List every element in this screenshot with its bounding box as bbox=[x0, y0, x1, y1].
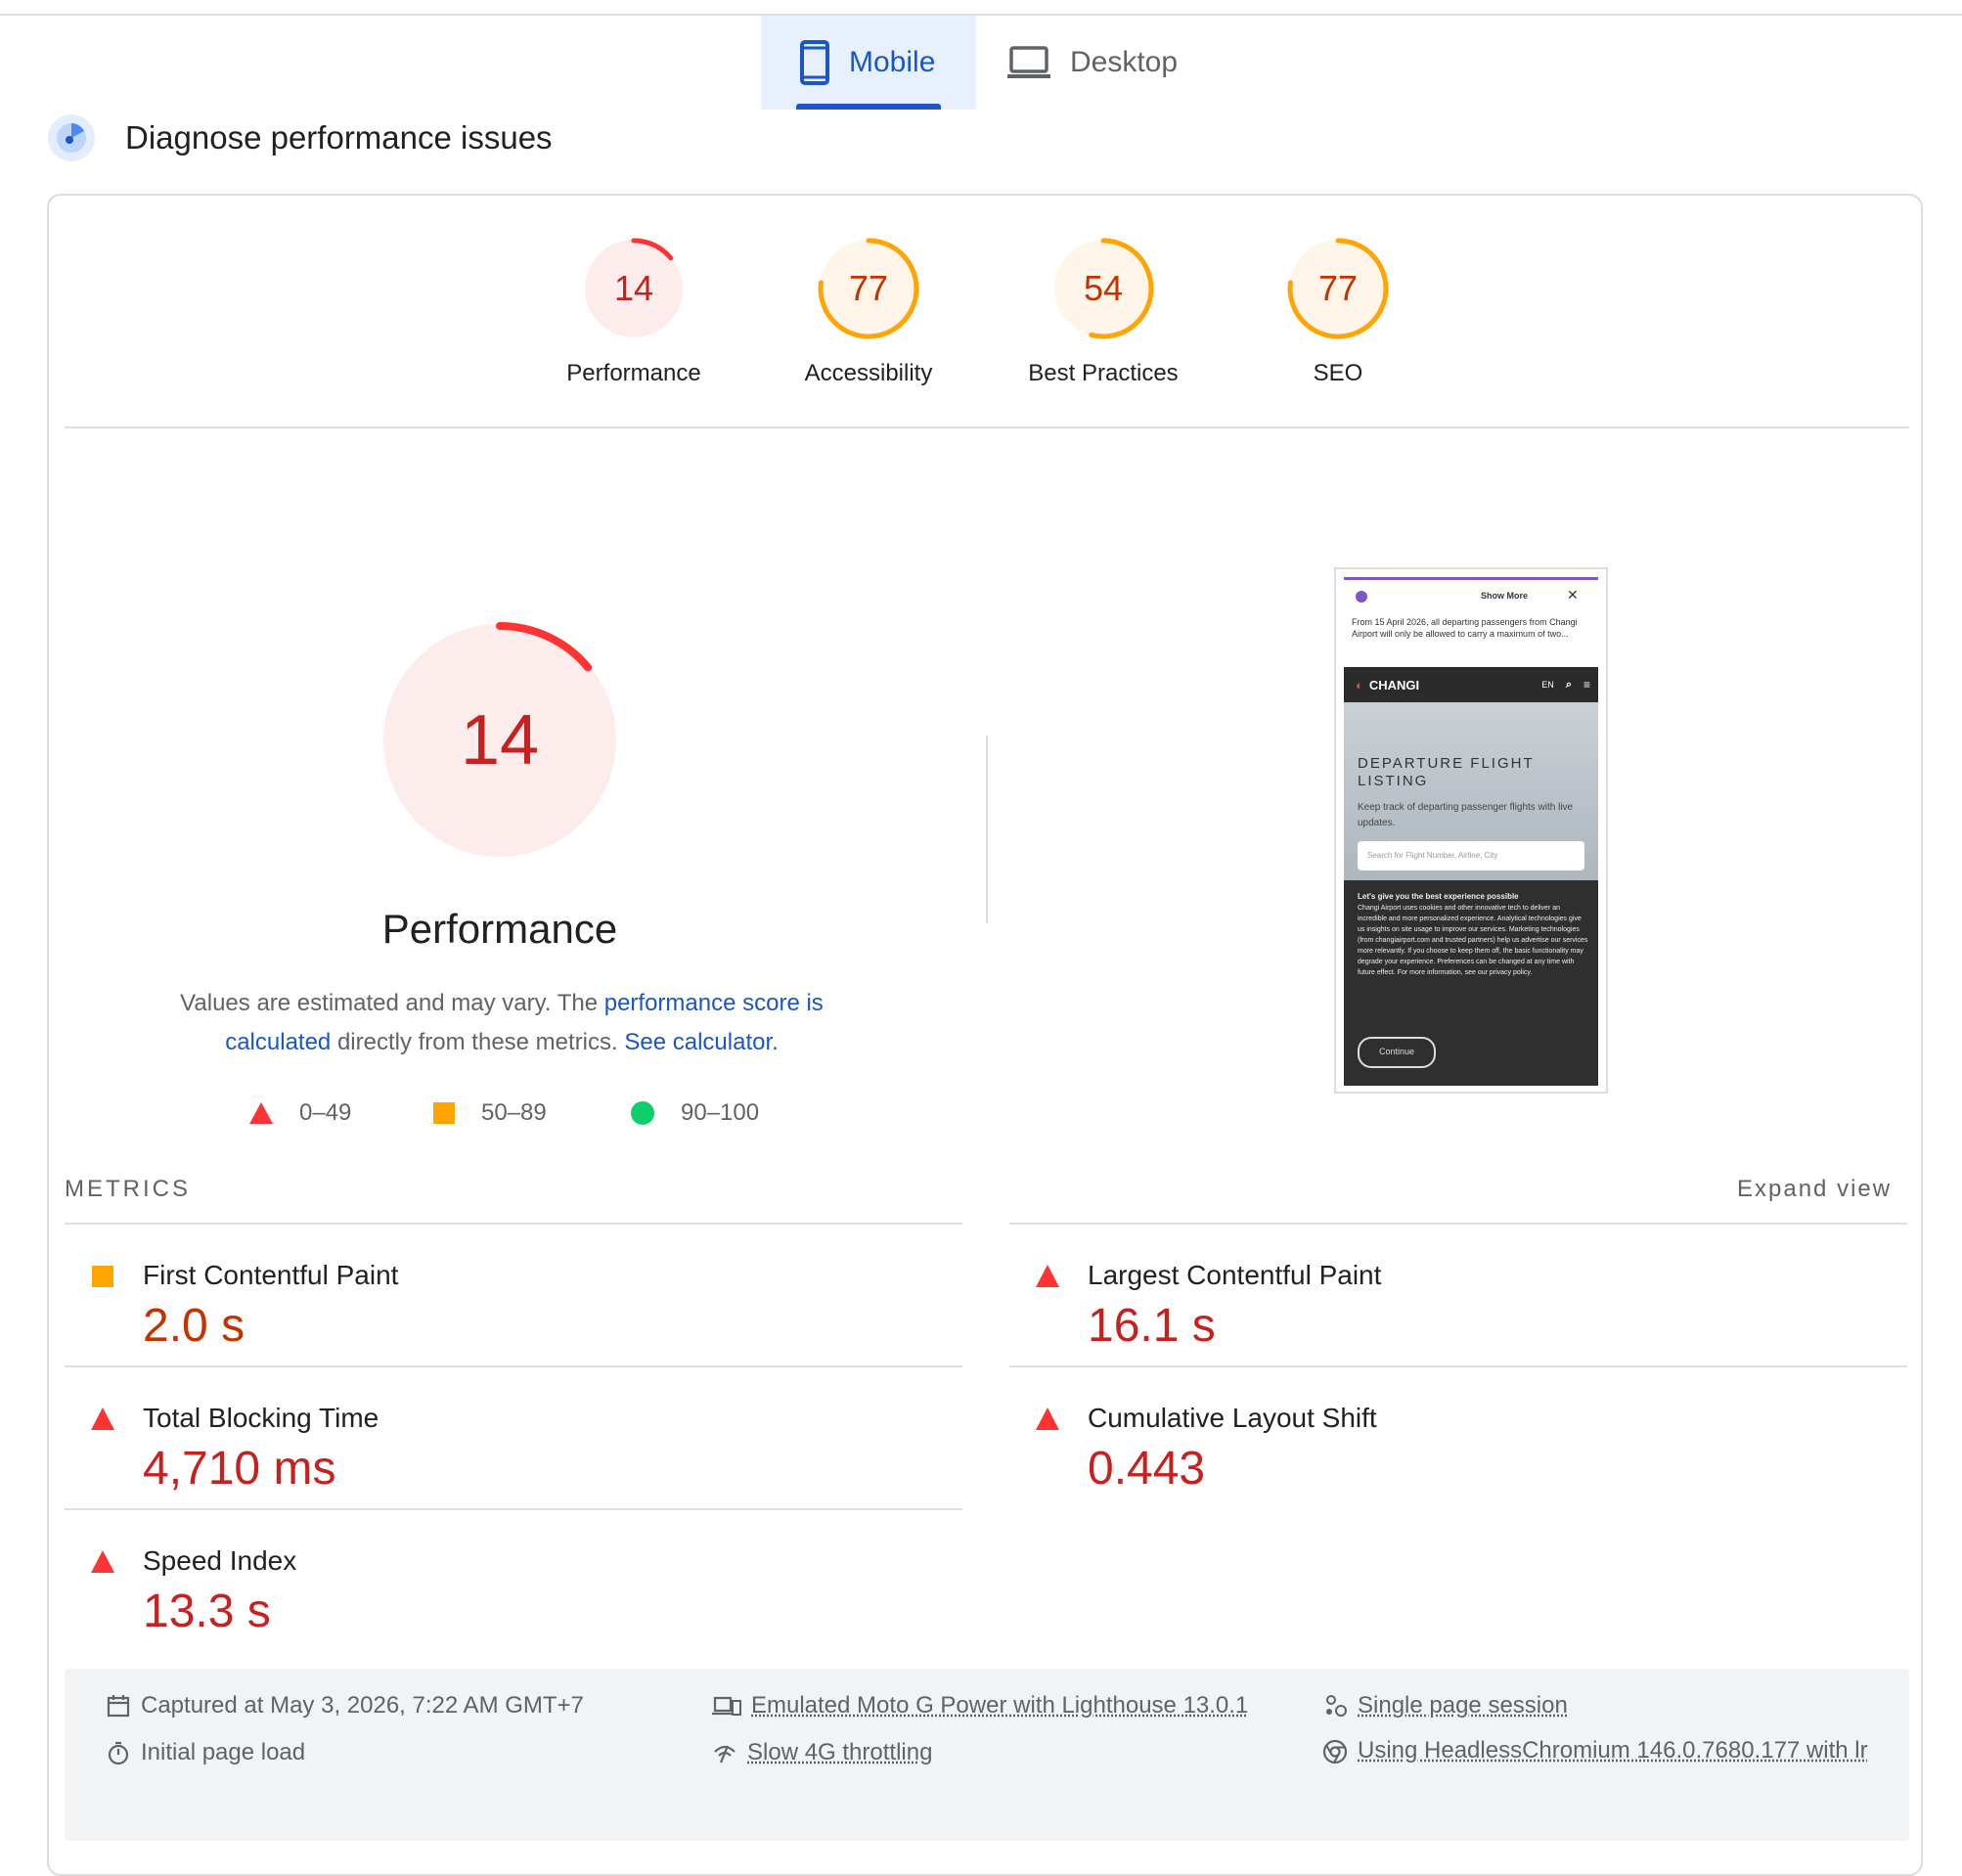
device-info[interactable]: Emulated Moto G Power with Lighthouse 13… bbox=[712, 1692, 1248, 1720]
signal-icon bbox=[714, 1745, 736, 1764]
stopwatch-icon bbox=[108, 1741, 129, 1765]
screenshot-nav: ◐ CHANGI EN ⌕ ≡ bbox=[1344, 667, 1598, 702]
desc-text-1: Values are estimated and may vary. The bbox=[180, 990, 604, 1016]
screenshot-hero: DEPARTURE FLIGHT LISTING Keep track of d… bbox=[1344, 702, 1598, 880]
metric-value: 2.0 s bbox=[143, 1300, 245, 1352]
legend-pass: 90–100 bbox=[630, 1099, 759, 1127]
phone-icon bbox=[800, 40, 829, 85]
hero-subtitle: Keep track of departing passenger flight… bbox=[1358, 802, 1574, 828]
show-more: Show More bbox=[1481, 591, 1529, 601]
red-triangle-icon bbox=[249, 1102, 273, 1124]
load-text: Initial page load bbox=[141, 1739, 306, 1765]
changi-logo-icon: ◐ bbox=[1356, 677, 1363, 692]
metrics-heading: METRICS bbox=[65, 1176, 191, 1202]
score-label: SEO bbox=[1313, 360, 1363, 386]
info-icon bbox=[1356, 591, 1367, 603]
tab-desktop[interactable]: Desktop bbox=[978, 16, 1213, 110]
legend-fail-label: 0–49 bbox=[299, 1099, 352, 1126]
cookie-text-block: Let's give you the best experience possi… bbox=[1358, 890, 1588, 978]
search-icon: ⌕ bbox=[1565, 678, 1572, 691]
red-triangle-icon bbox=[1036, 1407, 1059, 1430]
metric-name: First Contentful Paint bbox=[143, 1260, 399, 1290]
calendar-icon bbox=[107, 1695, 130, 1718]
red-triangle-icon bbox=[1036, 1265, 1059, 1287]
brand-name: CHANGI bbox=[1368, 677, 1420, 692]
legend-fail: 0–49 bbox=[248, 1099, 351, 1127]
captured-text: Captured at May 3, 2026, 7:22 AM GMT+7 bbox=[141, 1692, 584, 1719]
metric-divider bbox=[65, 1508, 962, 1510]
score-value: 14 bbox=[613, 268, 654, 308]
metric-value: 4,710 ms bbox=[143, 1443, 336, 1495]
session-info[interactable]: Single page session bbox=[1322, 1692, 1568, 1720]
hero-title: DEPARTURE FLIGHT LISTING bbox=[1358, 755, 1535, 789]
desc-text-2: directly from these metrics. bbox=[331, 1029, 625, 1055]
browser-text: Using HeadlessChromium 146.0.7680.177 wi… bbox=[1358, 1737, 1868, 1764]
hero-search: Search for Flight Number, Airline, City bbox=[1358, 841, 1584, 871]
metric-value: 16.1 s bbox=[1088, 1300, 1216, 1352]
throttle-text: Slow 4G throttling bbox=[747, 1739, 933, 1765]
score-label: Performance bbox=[566, 360, 701, 386]
captured-info: Captured at May 3, 2026, 7:22 AM GMT+7 bbox=[106, 1692, 584, 1720]
metric-name: Cumulative Layout Shift bbox=[1088, 1403, 1377, 1433]
vertical-separator bbox=[986, 736, 988, 923]
red-triangle-icon bbox=[91, 1407, 114, 1430]
performance-heading: Performance bbox=[381, 906, 618, 952]
metric-value: 0.443 bbox=[1088, 1443, 1206, 1495]
score-value: 77 bbox=[848, 268, 889, 308]
session-text: Single page session bbox=[1358, 1692, 1568, 1719]
section-divider bbox=[65, 426, 1909, 428]
throttle-info[interactable]: Slow 4G throttling bbox=[712, 1739, 932, 1766]
tab-mobile-label: Mobile bbox=[849, 46, 936, 78]
cookie-overlay: Let's give you the best experience possi… bbox=[1344, 880, 1598, 1086]
banner-text: From 15 April 2026, all departing passen… bbox=[1352, 617, 1578, 639]
tab-mobile[interactable]: Mobile bbox=[761, 16, 976, 110]
performance-score-large: 14 bbox=[460, 701, 540, 780]
load-info: Initial page load bbox=[106, 1739, 305, 1766]
see-calculator-link[interactable]: See calculator. bbox=[624, 1029, 778, 1055]
laptop-icon bbox=[1007, 46, 1050, 78]
lang-select: EN bbox=[1541, 680, 1554, 690]
metric-name: Speed Index bbox=[143, 1545, 297, 1576]
active-tab-indicator bbox=[796, 104, 941, 110]
performance-description: Values are estimated and may vary. The p… bbox=[147, 984, 857, 1062]
menu-icon: ≡ bbox=[1583, 678, 1590, 692]
metric-divider bbox=[1009, 1365, 1907, 1367]
continue-button: Continue bbox=[1358, 1037, 1436, 1068]
metric-divider bbox=[65, 1223, 962, 1225]
legend-pass-label: 90–100 bbox=[681, 1099, 760, 1126]
metric-divider bbox=[65, 1365, 962, 1367]
orange-square-icon bbox=[92, 1266, 113, 1287]
device-text: Emulated Moto G Power with Lighthouse 13… bbox=[751, 1692, 1249, 1719]
orange-square-icon bbox=[433, 1102, 455, 1124]
page-title: Diagnose performance issues bbox=[125, 119, 553, 156]
browser-info[interactable]: Using HeadlessChromium 146.0.7680.177 wi… bbox=[1322, 1727, 1890, 1774]
green-circle-icon bbox=[631, 1101, 654, 1125]
metric-name: Largest Contentful Paint bbox=[1088, 1260, 1382, 1290]
metric-name: Total Blocking Time bbox=[143, 1403, 379, 1433]
cookie-title: Let's give you the best experience possi… bbox=[1358, 892, 1519, 901]
screenshot-top-bar bbox=[1344, 577, 1598, 580]
cookie-text: Changi Airport uses cookies and other in… bbox=[1358, 905, 1588, 976]
screenshot-content: Show More ✕ From 15 April 2026, all depa… bbox=[1344, 577, 1598, 1086]
final-screenshot[interactable]: Show More ✕ From 15 April 2026, all depa… bbox=[1334, 567, 1608, 1094]
chrome-icon bbox=[1322, 1739, 1348, 1764]
metric-divider bbox=[1009, 1223, 1907, 1225]
close-icon: ✕ bbox=[1567, 587, 1579, 603]
legend-average-label: 50–89 bbox=[481, 1099, 547, 1126]
red-triangle-icon bbox=[91, 1550, 114, 1573]
session-icon bbox=[1326, 1695, 1347, 1717]
score-value: 77 bbox=[1317, 268, 1359, 308]
score-label: Best Practices bbox=[1028, 360, 1179, 386]
legend-average: 50–89 bbox=[432, 1099, 547, 1127]
score-value: 54 bbox=[1083, 268, 1124, 308]
score-label: Accessibility bbox=[804, 360, 933, 386]
expand-view-button[interactable]: Expand view bbox=[1737, 1176, 1892, 1203]
diagnose-icon bbox=[48, 114, 95, 161]
tab-desktop-label: Desktop bbox=[1070, 46, 1179, 78]
metric-value: 13.3 s bbox=[143, 1586, 271, 1637]
devices-icon bbox=[712, 1696, 741, 1716]
